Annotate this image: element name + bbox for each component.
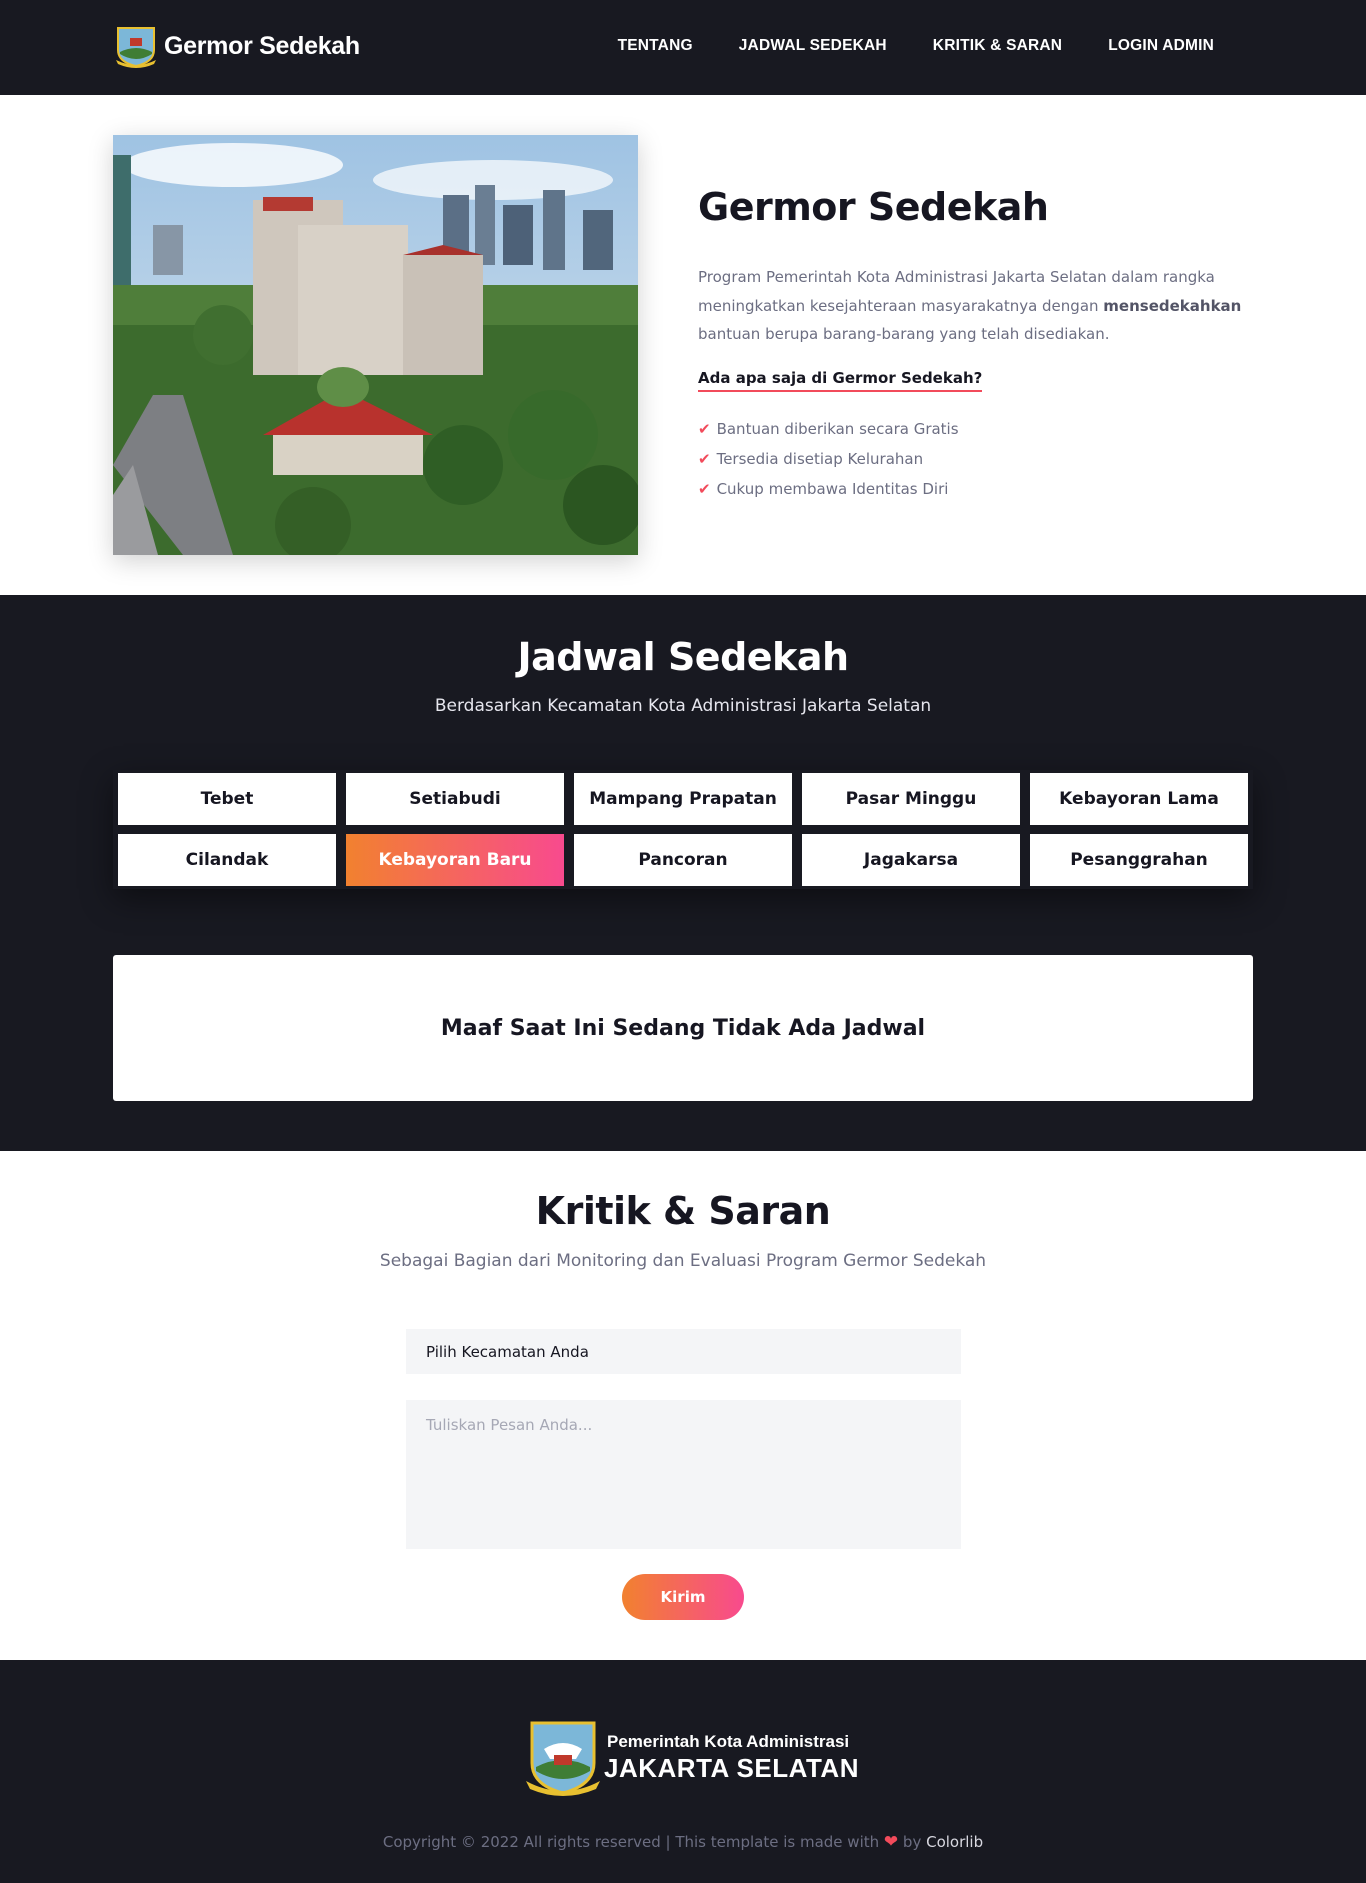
nav-kritik-saran[interactable]: KRITIK & SARAN: [933, 37, 1062, 55]
footer-line1: Pemerintah Kota Administrasi: [607, 1732, 850, 1751]
nav-jadwal-sedekah[interactable]: JADWAL SEDEKAH: [739, 37, 887, 55]
feedback-title: Kritik & Saran: [535, 1189, 831, 1233]
schedule-subtitle: Berdasarkan Kecamatan Kota Administrasi …: [434, 696, 932, 716]
district-tabs: Tebet Setiabudi Mampang Prapatan Pasar M…: [113, 770, 1253, 889]
about-content: Germor Sedekah Program Pemerintah Kota A…: [698, 185, 1253, 504]
emblem-icon: [116, 27, 156, 68]
district-tab-setiabudi[interactable]: Setiabudi: [346, 773, 564, 825]
feature-item: ✔ Tersedia disetiap Kelurahan: [698, 444, 1253, 474]
district-tab-tebet[interactable]: Tebet: [118, 773, 336, 825]
about-desc-bold: mensedekahkan: [1103, 296, 1242, 315]
heart-icon: ❤: [883, 1832, 899, 1852]
feature-text: Bantuan diberikan secara Gratis: [716, 419, 959, 438]
nav-login-admin[interactable]: LOGIN ADMIN: [1108, 37, 1214, 55]
feedback-subtitle: Sebagai Bagian dari Monitoring dan Evalu…: [379, 1251, 987, 1271]
about-description: Program Pemerintah Kota Administrasi Jak…: [698, 263, 1253, 349]
feature-list: ✔ Bantuan diberikan secara Gratis ✔ Tersed…: [698, 414, 1253, 504]
district-tab-kebayoran-baru[interactable]: Kebayoran Baru: [346, 834, 564, 886]
district-tab-mampang-prapatan[interactable]: Mampang Prapatan: [574, 773, 792, 825]
district-tab-pesanggrahan[interactable]: Pesanggrahan: [1030, 834, 1248, 886]
brand-logo[interactable]: Germor Sedekah: [114, 24, 360, 68]
brand-name: Germor Sedekah: [164, 31, 360, 60]
check-icon: ✔: [698, 479, 711, 498]
submit-button[interactable]: Kirim: [622, 1574, 744, 1620]
city-photo: [113, 135, 638, 555]
site-footer: Pemerintah Kota Administrasi JAKARTA SEL…: [0, 1660, 1366, 1883]
check-icon: ✔: [698, 419, 711, 438]
message-input[interactable]: [406, 1400, 961, 1549]
nav-tentang[interactable]: TENTANG: [618, 37, 693, 55]
check-icon: ✔: [698, 449, 711, 468]
city-skyline-image: [113, 135, 638, 555]
district-tab-kebayoran-lama[interactable]: Kebayoran Lama: [1030, 773, 1248, 825]
about-question: Ada apa saja di Germor Sedekah?: [698, 369, 983, 392]
district-select[interactable]: Pilih Kecamatan Anda: [406, 1329, 961, 1374]
copyright-by: by: [898, 1833, 927, 1851]
main-nav: TENTANG JADWAL SEDEKAH KRITIK & SARAN LO…: [572, 37, 1214, 55]
district-tab-jagakarsa[interactable]: Jagakarsa: [802, 834, 1020, 886]
about-title: Germor Sedekah: [698, 185, 1049, 229]
feature-item: ✔ Bantuan diberikan secara Gratis: [698, 414, 1253, 444]
jakarta-selatan-emblem-icon: [526, 1721, 600, 1796]
footer-org-name: Pemerintah Kota Administrasi JAKARTA SEL…: [604, 1732, 859, 1784]
schedule-title: Jadwal Sedekah: [517, 635, 849, 679]
footer-logo: Pemerintah Kota Administrasi JAKARTA SEL…: [524, 1719, 859, 1797]
district-tab-cilandak[interactable]: Cilandak: [118, 834, 336, 886]
copyright-text: Copyright © 2022 All rights reserved | T…: [0, 1832, 1366, 1852]
footer-line2: JAKARTA SELATAN: [604, 1753, 859, 1783]
about-section: Germor Sedekah Program Pemerintah Kota A…: [0, 95, 1366, 595]
copyright-start: Copyright © 2022 All rights reserved | T…: [382, 1833, 884, 1851]
schedule-notice: Maaf Saat Ini Sedang Tidak Ada Jadwal: [113, 955, 1253, 1101]
about-desc-end: bantuan berupa barang-barang yang telah …: [698, 325, 1110, 343]
site-header: Germor Sedekah TENTANG JADWAL SEDEKAH KR…: [0, 0, 1366, 95]
district-tab-pasar-minggu[interactable]: Pasar Minggu: [802, 773, 1020, 825]
feedback-section: Kritik & Saran Sebagai Bagian dari Monit…: [0, 1151, 1366, 1660]
colorlib-link[interactable]: Colorlib: [926, 1833, 983, 1851]
district-tab-pancoran[interactable]: Pancoran: [574, 834, 792, 886]
feature-item: ✔ Cukup membawa Identitas Diri: [698, 474, 1253, 504]
feature-text: Cukup membawa Identitas Diri: [716, 479, 949, 498]
feature-text: Tersedia disetiap Kelurahan: [716, 449, 924, 468]
schedule-section: Jadwal Sedekah Berdasarkan Kecamatan Kot…: [0, 595, 1366, 1151]
